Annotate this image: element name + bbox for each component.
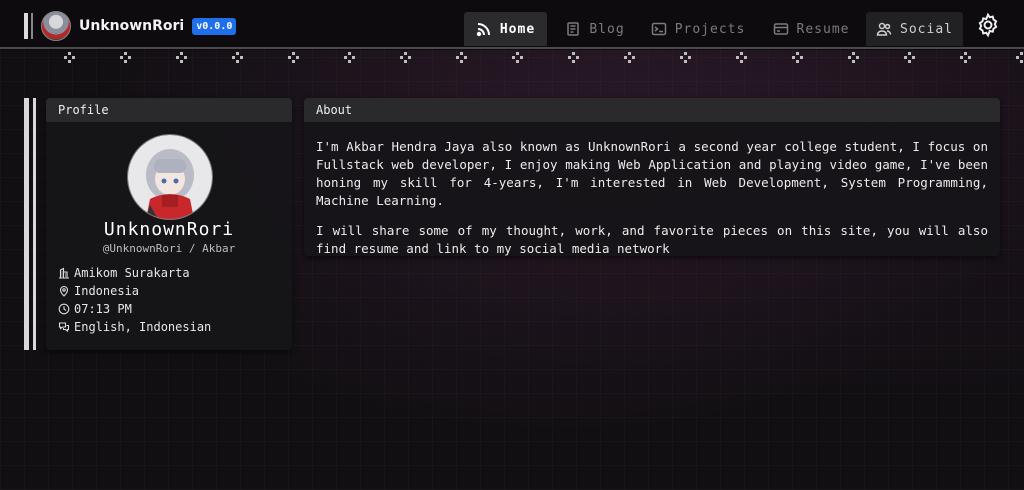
nav-resume-label: Resume — [796, 21, 850, 37]
profile-avatar — [127, 134, 213, 220]
decorative-dot — [1016, 52, 1024, 64]
nav-projects[interactable]: Projects — [646, 12, 750, 46]
top-navbar: UnknownRori v0.0.0 Home Blog Projects Re… — [0, 0, 1024, 50]
navbar-divider — [0, 47, 1024, 49]
about-card-header: About — [304, 98, 1000, 122]
clock-icon — [58, 303, 70, 315]
document-icon — [567, 22, 580, 36]
nav-social-label: Social — [900, 21, 953, 37]
nav-home[interactable]: Home — [464, 12, 547, 46]
decorative-dot — [568, 52, 580, 64]
terminal-icon — [651, 22, 666, 36]
decorative-dot — [232, 52, 244, 64]
map-pin-icon — [59, 285, 69, 297]
brand-name: UnknownRori — [79, 18, 185, 34]
nav-home-label: Home — [499, 21, 536, 37]
decorative-dot — [288, 52, 300, 64]
decorative-dot — [848, 52, 860, 64]
decorative-dot — [64, 52, 76, 64]
users-icon — [876, 22, 892, 36]
brand-accent-bar-thin — [31, 13, 33, 39]
profile-handle: @UnknownRori / Akbar — [102, 242, 236, 255]
decorative-dot — [736, 52, 748, 64]
profile-info-list: Amikom Surakarta Indonesia 07:13 PM Engl… — [58, 264, 211, 336]
decorative-dot — [904, 52, 916, 64]
profile-name: UnknownRori — [103, 219, 235, 240]
decorative-dot — [120, 52, 132, 64]
decorative-dot — [344, 52, 356, 64]
info-row-country: Indonesia — [58, 282, 211, 300]
gear-icon[interactable] — [975, 12, 1001, 38]
info-row-languages: English, Indonesian — [58, 318, 211, 336]
profile-languages: English, Indonesian — [74, 320, 212, 334]
nav-blog[interactable]: Blog — [560, 12, 630, 46]
about-card: About I'm Akbar Hendra Jaya also known a… — [304, 98, 1000, 256]
nav-projects-label: Projects — [674, 21, 746, 37]
left-accent-bar — [24, 98, 29, 350]
decorative-dot — [512, 52, 524, 64]
brand-avatar — [41, 11, 71, 41]
card-icon — [773, 23, 788, 35]
profile-location: Amikom Surakarta — [74, 266, 190, 280]
info-row-location: Amikom Surakarta — [58, 264, 211, 282]
building-icon — [59, 267, 69, 279]
nav-blog-label: Blog — [589, 21, 625, 37]
nav-social[interactable]: Social — [866, 12, 963, 46]
chat-icon — [58, 322, 70, 333]
decorative-dot — [624, 52, 636, 64]
about-paragraph-2: I will share some of my thought, work, a… — [316, 223, 988, 256]
decorative-dot — [792, 52, 804, 64]
left-accent-bar-thin — [33, 98, 36, 350]
decorative-dot — [960, 52, 972, 64]
info-row-time: 07:13 PM — [58, 300, 211, 318]
decorative-dot-row — [0, 52, 1024, 66]
decorative-dot — [456, 52, 468, 64]
version-badge: v0.0.0 — [192, 17, 237, 35]
rss-icon — [476, 23, 490, 37]
profile-time: 07:13 PM — [74, 302, 132, 316]
profile-card: Profile UnknownRori @UnknownRori / Akbar… — [46, 98, 292, 350]
decorative-dot — [680, 52, 692, 64]
profile-card-header: Profile — [46, 98, 292, 122]
nav-resume[interactable]: Resume — [768, 12, 854, 46]
brand-link[interactable]: UnknownRori v0.0.0 — [24, 11, 237, 41]
about-body: I'm Akbar Hendra Jaya also known as Unkn… — [304, 122, 1000, 258]
profile-country: Indonesia — [74, 284, 140, 298]
decorative-dot — [400, 52, 412, 64]
brand-accent-bar — [24, 13, 28, 39]
decorative-dot — [176, 52, 188, 64]
about-paragraph-1: I'm Akbar Hendra Jaya also known as Unkn… — [316, 139, 988, 208]
